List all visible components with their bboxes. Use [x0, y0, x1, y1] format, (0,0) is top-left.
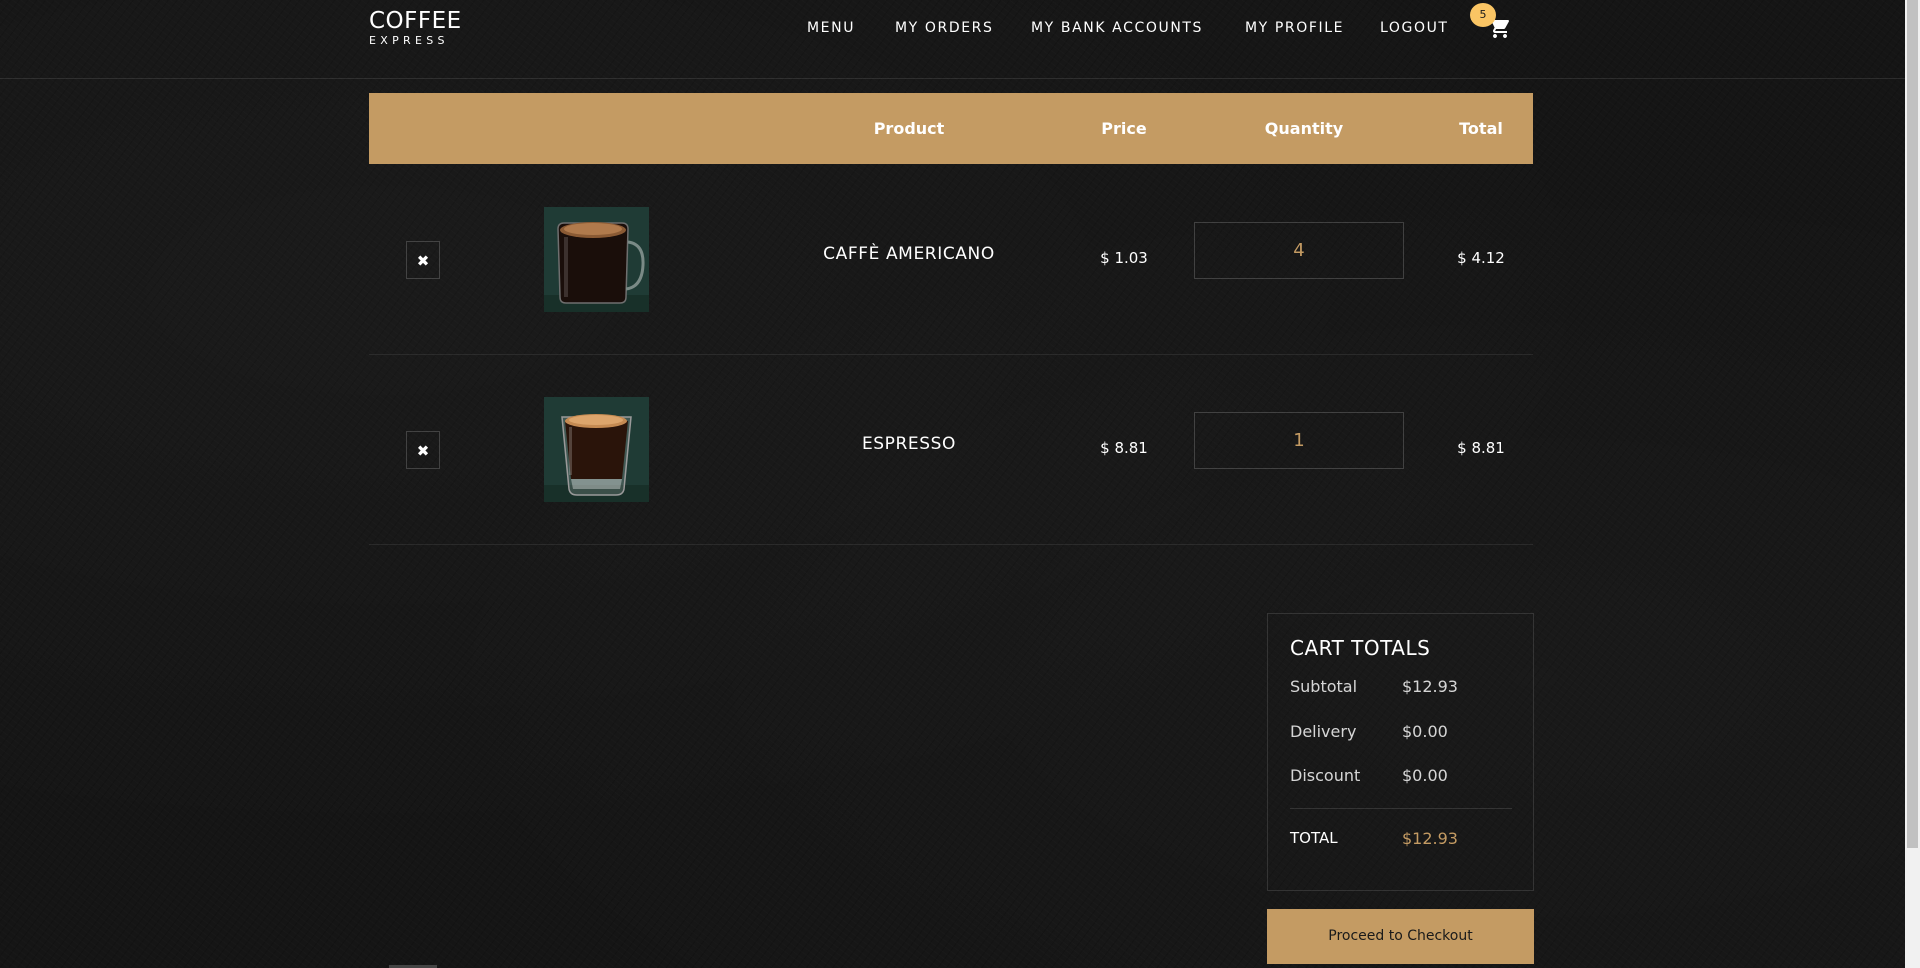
discount-value: $0.00: [1402, 766, 1448, 785]
cart-totals-title: CART TOTALS: [1290, 636, 1431, 660]
product-image: [544, 397, 649, 502]
americano-mug-image: [544, 207, 649, 312]
product-image: [544, 207, 649, 312]
discount-label: Discount: [1290, 766, 1361, 785]
product-price: $ 1.03: [1100, 249, 1148, 267]
nav-item-my-profile[interactable]: MY PROFILE: [1245, 20, 1344, 40]
close-icon: ✖: [416, 252, 430, 270]
row-total: $ 8.81: [1457, 439, 1505, 457]
delivery-label: Delivery: [1290, 722, 1357, 741]
brand-name: COFFEE: [369, 8, 462, 34]
cart-count-badge: 5: [1470, 3, 1496, 27]
cart-row: ✖ ESPRESSO $ 8.81 $ 8.81: [369, 354, 1533, 545]
proceed-to-checkout-button[interactable]: Proceed to Checkout: [1267, 909, 1534, 964]
nav-item-my-bank-accounts[interactable]: MY BANK ACCOUNTS: [1031, 20, 1203, 40]
row-total: $ 4.12: [1457, 249, 1505, 267]
product-name[interactable]: CAFFÈ AMERICANO: [769, 244, 1049, 264]
subtotal-value: $12.93: [1402, 677, 1458, 696]
column-header-quantity: Quantity: [1264, 119, 1344, 138]
nav-item-menu[interactable]: MENU: [807, 20, 855, 40]
espresso-glass-image: [544, 397, 649, 502]
page-scrollbar[interactable]: [1905, 0, 1920, 968]
delivery-value: $0.00: [1402, 722, 1448, 741]
remove-item-button[interactable]: ✖: [406, 431, 440, 469]
column-header-total: Total: [1459, 119, 1503, 138]
grand-total-value: $12.93: [1402, 829, 1458, 848]
product-price: $ 8.81: [1100, 439, 1148, 457]
cart-totals-panel: CART TOTALS Subtotal $12.93 Delivery $0.…: [1267, 613, 1534, 891]
quantity-input[interactable]: [1194, 222, 1404, 279]
totals-divider: [1290, 808, 1512, 809]
nav-item-logout[interactable]: LOGOUT: [1380, 20, 1449, 40]
subtotal-label: Subtotal: [1290, 677, 1358, 696]
scrollbar-thumb[interactable]: [1907, 0, 1918, 848]
column-header-product: Product: [873, 119, 945, 138]
brand-subtitle: EXPRESS: [369, 34, 449, 47]
column-header-price: Price: [1101, 119, 1147, 138]
remove-item-button[interactable]: ✖: [406, 241, 440, 279]
grand-total-label: TOTAL: [1290, 829, 1338, 847]
cart-row: ✖ CAFFÈ AMERICANO $ 1.03 $ 4.12: [369, 164, 1533, 355]
close-icon: ✖: [416, 442, 430, 460]
brand-logo[interactable]: COFFEE EXPRESS: [369, 8, 462, 47]
product-name[interactable]: ESPRESSO: [769, 434, 1049, 454]
nav-item-my-orders[interactable]: MY ORDERS: [895, 20, 993, 40]
quantity-input[interactable]: [1194, 412, 1404, 469]
cart-table-header: Product Price Quantity Total: [369, 93, 1533, 164]
site-header: COFFEE EXPRESS MENU MY ORDERS MY BANK AC…: [0, 0, 1905, 79]
